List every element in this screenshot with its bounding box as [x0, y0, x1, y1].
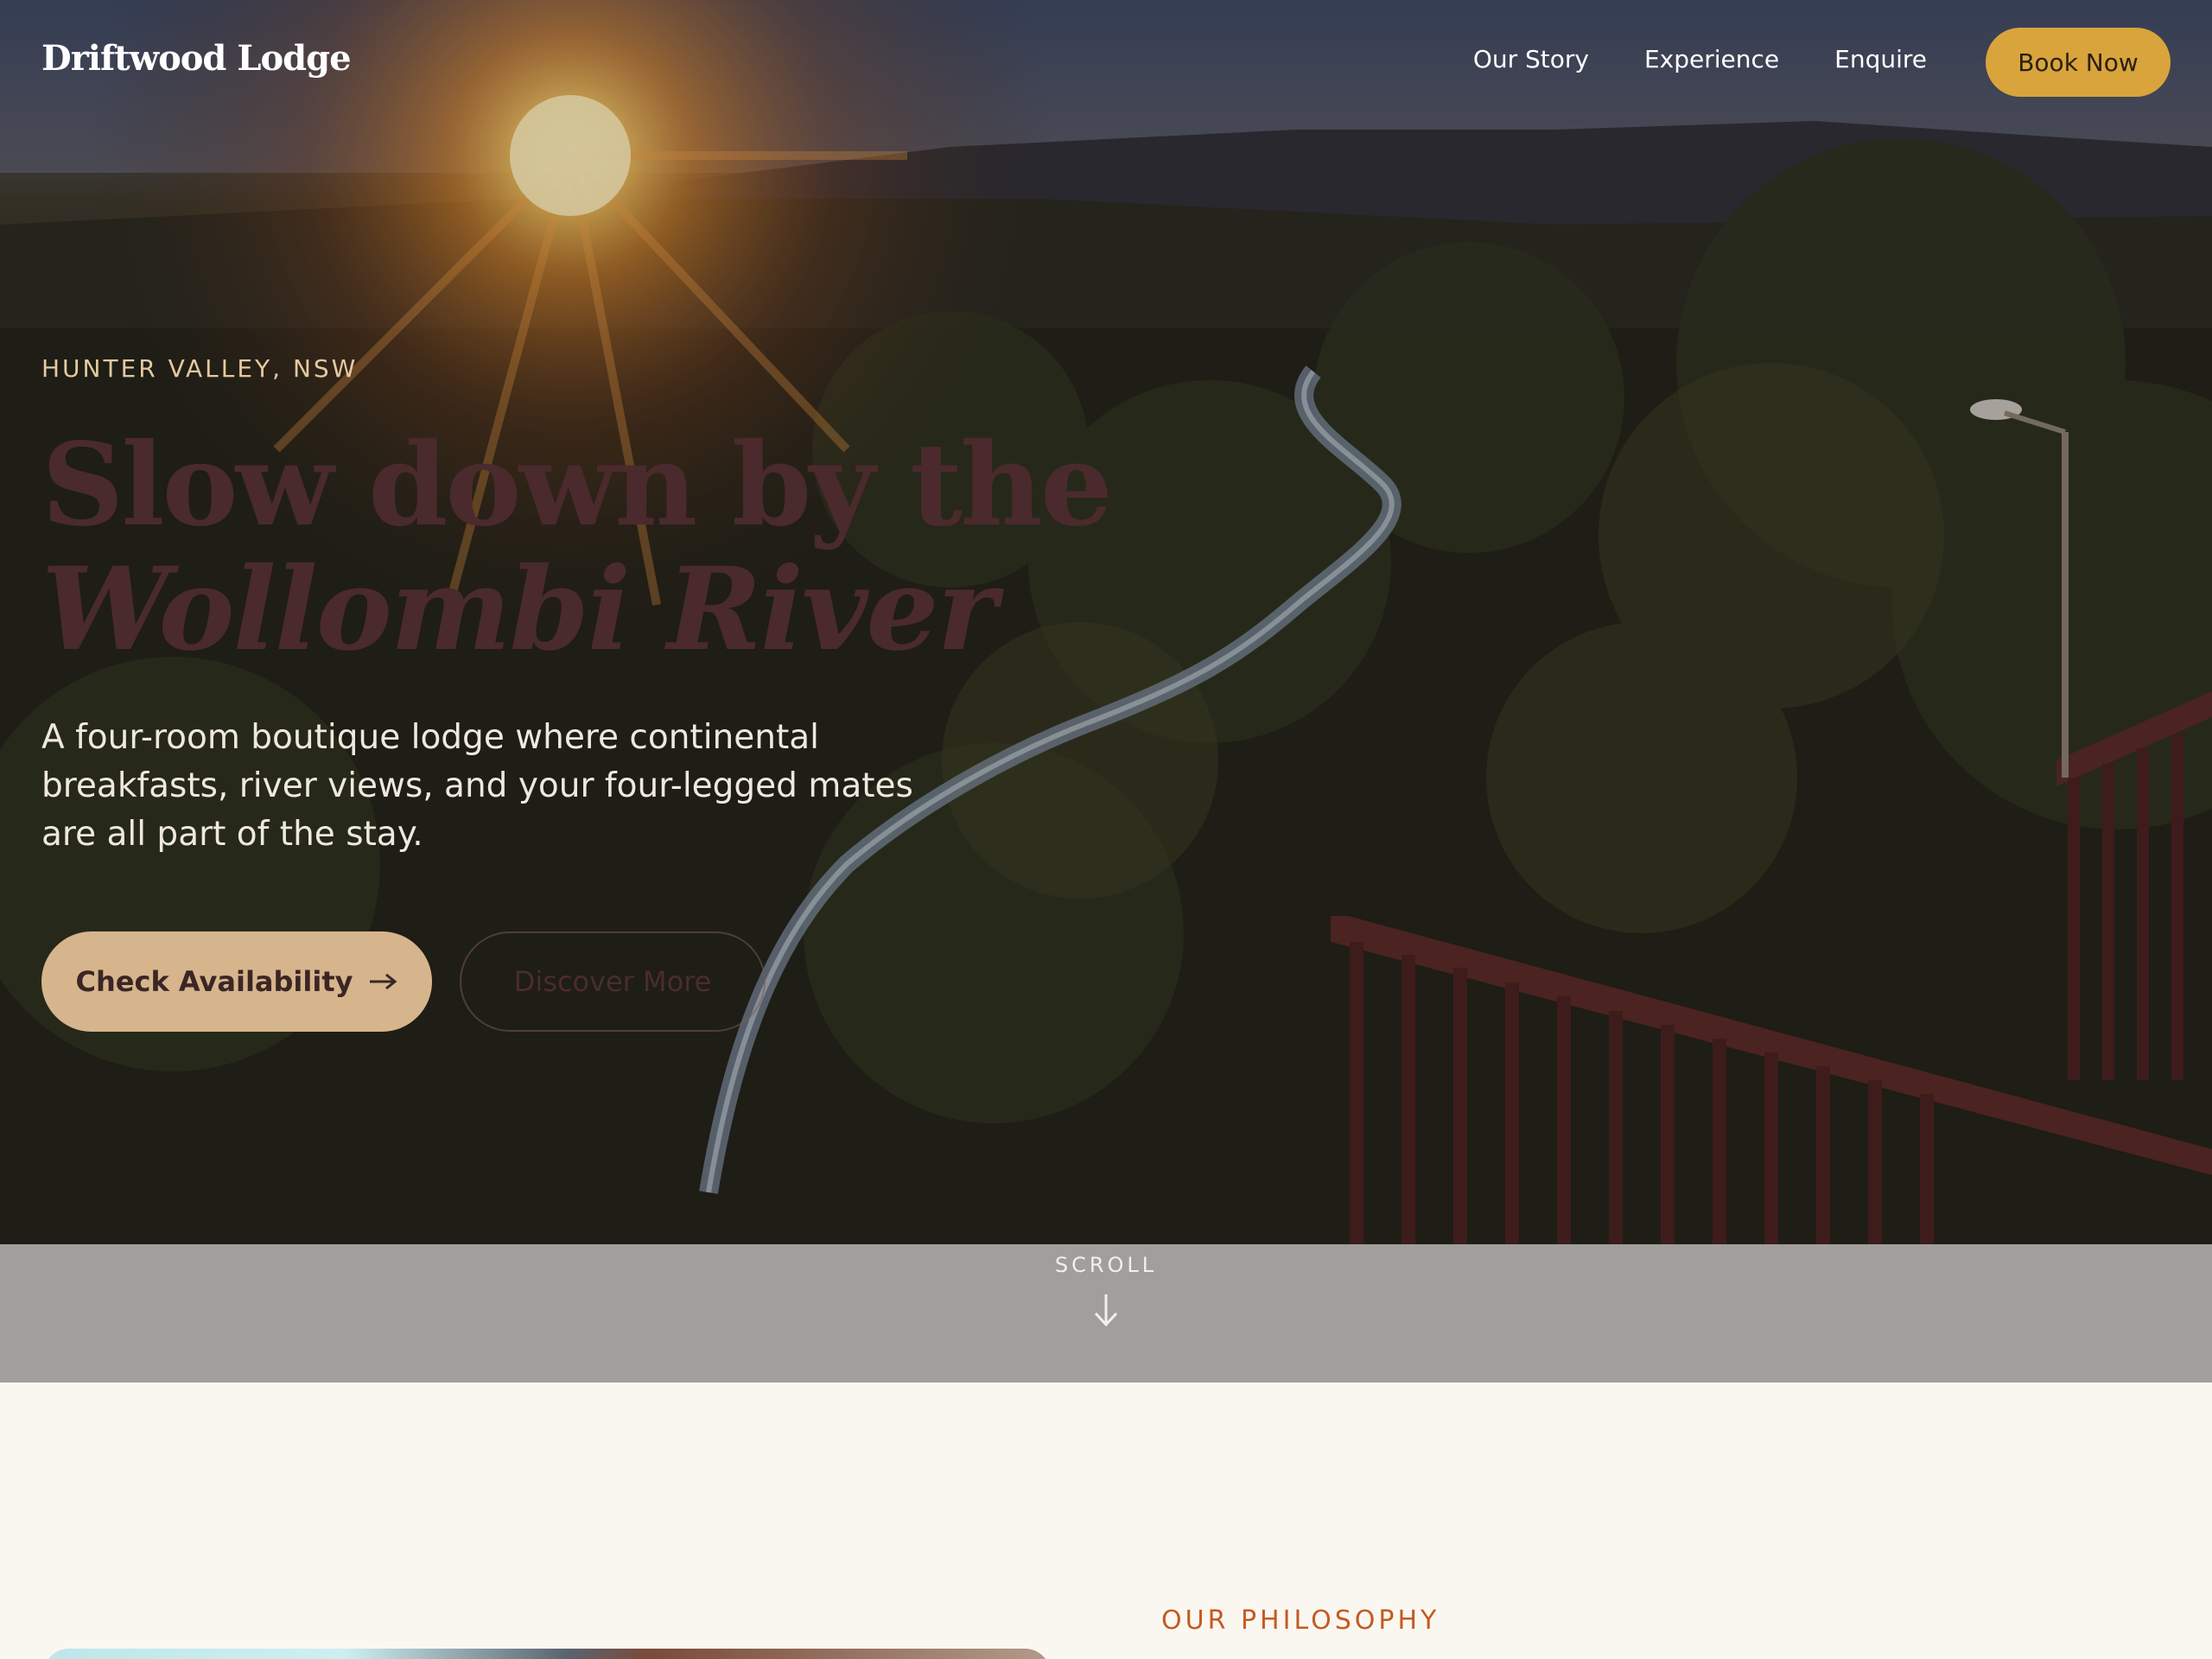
nav-link-enquire[interactable]: Enquire: [1834, 45, 1927, 73]
hero-description: A four-room boutique lodge where contine…: [41, 718, 913, 854]
book-now-button[interactable]: Book Now: [1986, 28, 2171, 97]
philosophy-eyebrow: OUR PHILOSOPHY: [1161, 1605, 1440, 1636]
check-availability-label: Check Availability: [75, 965, 353, 998]
arrow-down-icon[interactable]: [1092, 1293, 1120, 1327]
philosophy-image: [43, 1649, 1051, 1659]
hero-headline-line2: Wollombi River: [41, 543, 997, 677]
scroll-label: SCROLL: [1054, 1253, 1158, 1277]
hero-headline: Slow down by the Wollombi River: [41, 418, 1113, 677]
nav-link-our-story[interactable]: Our Story: [1473, 45, 1589, 73]
nav-link-experience[interactable]: Experience: [1644, 45, 1779, 73]
discover-more-button[interactable]: Discover More: [460, 931, 766, 1032]
hero-headline-line1: Slow down by the: [41, 418, 1113, 552]
check-availability-button[interactable]: Check Availability: [41, 931, 432, 1032]
primary-nav: Our Story Experience Enquire: [1473, 45, 1927, 73]
arrow-right-icon: [370, 973, 397, 990]
hero-location-eyebrow: HUNTER VALLEY, NSW: [41, 354, 359, 383]
site-logo[interactable]: Driftwood Lodge: [41, 38, 352, 79]
